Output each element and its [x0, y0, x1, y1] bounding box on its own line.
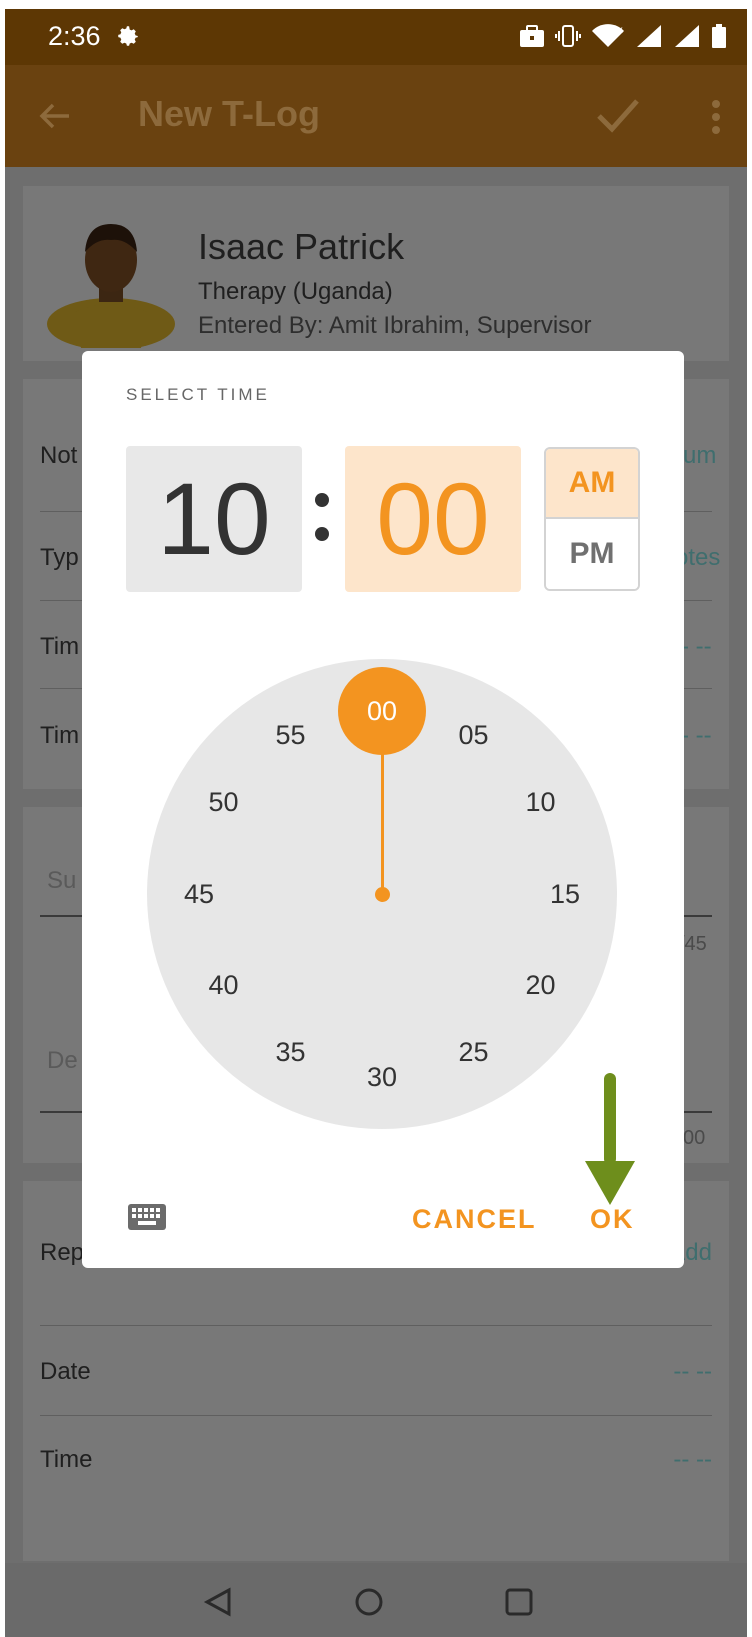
clock-number-05[interactable]: 05 [444, 716, 504, 756]
person-name: Isaac Patrick [198, 226, 405, 267]
clock-number-25[interactable]: 25 [444, 1032, 504, 1072]
more-options-icon[interactable] [710, 99, 722, 135]
time-separator [307, 471, 337, 561]
clock-number-20[interactable]: 20 [510, 966, 570, 1006]
status-icons: x [519, 23, 727, 49]
app-bar: New T-Log [5, 65, 747, 167]
clock-number-10[interactable]: 10 [510, 783, 570, 823]
nav-recents-icon[interactable] [504, 1587, 534, 1617]
date-row[interactable]: Date -- -- [40, 1326, 712, 1416]
clock-hand [381, 752, 384, 894]
nav-home-icon[interactable] [354, 1587, 384, 1617]
time-value: -- -- [673, 1446, 712, 1473]
avatar [47, 224, 175, 348]
subject-input[interactable]: Su [47, 867, 76, 895]
settings-icon [118, 26, 138, 46]
status-time: 2:36 [48, 21, 101, 51]
clock-number-30[interactable]: 30 [352, 1057, 412, 1097]
time-start-label: Tim [40, 633, 80, 660]
clock-number-55[interactable]: 55 [261, 716, 321, 756]
time-row[interactable]: Time -- -- [40, 1416, 712, 1506]
back-arrow-icon[interactable] [37, 98, 73, 134]
date-label: Date [40, 1358, 91, 1385]
dialog-header: SELECT TIME [126, 385, 270, 404]
signal-icon-2 [675, 25, 699, 47]
clock-center-dot [375, 887, 390, 902]
description-input[interactable]: De [47, 1047, 78, 1075]
signal-icon [637, 25, 661, 47]
notes-label: Not [40, 442, 78, 469]
notes-value[interactable]: um [683, 442, 716, 470]
entered-by: Entered By: Amit Ibrahim, Supervisor [198, 312, 592, 339]
briefcase-icon [520, 25, 544, 47]
battery-icon [712, 24, 726, 48]
keyboard-icon[interactable] [128, 1204, 166, 1230]
description-counter: 00 [683, 1127, 706, 1149]
type-label: Typ [40, 544, 79, 571]
svg-text:x: x [617, 25, 623, 36]
date-value: -- -- [673, 1358, 712, 1385]
navigation-bar [5, 1563, 747, 1637]
clock-number-50[interactable]: 50 [194, 783, 254, 823]
page-title: New T-Log [138, 93, 320, 134]
ok-button[interactable]: OK [590, 1204, 635, 1235]
am-pm-toggle: AM PM [544, 447, 640, 591]
clock-number-00[interactable]: 00 [352, 691, 412, 731]
phone-screen: 2:36 x New T-Log Isaac Patrick Therapy (… [5, 9, 747, 1637]
vibrate-icon [555, 25, 581, 47]
nav-back-icon[interactable] [203, 1587, 233, 1617]
save-check-icon[interactable] [595, 95, 641, 135]
am-button[interactable]: AM [546, 449, 638, 519]
pm-button[interactable]: PM [546, 519, 638, 589]
cancel-button[interactable]: CANCEL [412, 1204, 537, 1235]
clock-number-45[interactable]: 45 [169, 874, 229, 914]
clock-face[interactable]: 00 05 10 15 20 25 30 35 40 45 50 55 [147, 659, 617, 1129]
profile-card: Isaac Patrick Therapy (Uganda) Entered B… [23, 186, 729, 361]
time-end-label: Tim [40, 722, 80, 749]
time-label: Time [40, 1446, 93, 1473]
person-program: Therapy (Uganda) [198, 278, 393, 305]
clock-number-35[interactable]: 35 [261, 1032, 321, 1072]
hour-display[interactable]: 10 [126, 446, 302, 592]
annotation-arrow [585, 1073, 635, 1205]
status-bar: 2:36 x [5, 9, 747, 65]
clock-number-15[interactable]: 15 [535, 874, 595, 914]
wifi-icon: x [592, 24, 624, 47]
clock-number-40[interactable]: 40 [194, 966, 254, 1006]
minute-display[interactable]: 00 [345, 446, 521, 592]
